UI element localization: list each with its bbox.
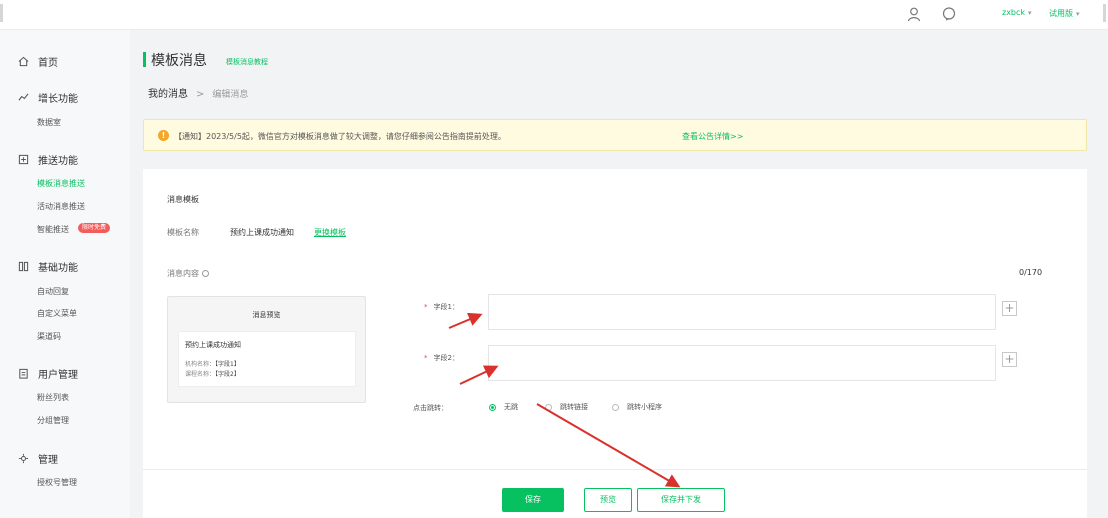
preview-key: 机构名称：	[185, 361, 216, 368]
insert-variable-button-1[interactable]: +	[1002, 301, 1017, 316]
sidebar-item-data-room[interactable]: 数据室	[37, 117, 61, 128]
template-name-value: 预约上课成功通知	[230, 228, 294, 237]
window-edge	[1103, 4, 1106, 22]
window-edge	[0, 4, 3, 22]
breadcrumb: 我的消息 > 编辑消息	[148, 85, 248, 100]
field2-input[interactable]	[488, 345, 996, 381]
trial-switcher[interactable]: 试用版 ▾	[1049, 8, 1080, 19]
save-and-send-button[interactable]: 保存并下发	[637, 488, 725, 512]
radio-label: 跳转小程序	[627, 403, 662, 411]
required-mark: *	[424, 354, 428, 362]
colon: ：	[451, 354, 459, 362]
grid-icon	[18, 261, 29, 272]
notice-text: 【通知】2023/5/5起，微信官方对模板消息做了较大调整，请您仔细参阅公告指南…	[174, 132, 506, 141]
breadcrumb-current: 编辑消息	[212, 90, 249, 100]
account-name: zxbck	[1002, 8, 1026, 17]
preview-title: 消息预览	[252, 311, 281, 319]
preview-key: 课程名称：	[185, 371, 216, 378]
sidebar-item-auth-manage[interactable]: 授权号管理	[37, 477, 77, 488]
message-preview: 消息预览 预约上课成功通知 机构名称：【字段1】 课程名称：【字段2】	[167, 296, 366, 403]
trial-label: 试用版	[1049, 9, 1073, 18]
change-template-link[interactable]: 更换模板	[314, 227, 346, 238]
preview-line-2: 课程名称：【字段2】	[185, 369, 240, 378]
sidebar-group-label: 推送功能	[38, 156, 78, 167]
preview-line-title: 预约上课成功通知	[185, 341, 241, 349]
radio-dot[interactable]	[545, 403, 552, 411]
notice-link[interactable]: 查看公告详情>>	[682, 131, 743, 142]
sidebar-group-label: 管理	[38, 455, 58, 466]
warning-icon: !	[158, 130, 169, 141]
page-title: 模板消息	[151, 53, 207, 69]
colon: ：	[441, 404, 448, 412]
sidebar-item-channel-code[interactable]: 渠道码	[37, 331, 61, 342]
title-accent-bar	[143, 52, 146, 67]
notice-banner: ! 【通知】2023/5/5起，微信官方对模板消息做了较大调整，请您仔细参阅公告…	[143, 119, 1087, 151]
radio-dot[interactable]	[612, 403, 619, 411]
required-mark: *	[424, 303, 428, 311]
click-action-label-text: 点击跳转	[413, 404, 441, 412]
content-label-text: 消息内容	[167, 269, 199, 278]
sidebar-group-users[interactable]: 用户管理	[18, 366, 78, 381]
field1-label: * 字段1：	[424, 302, 459, 312]
gear-icon	[18, 453, 29, 464]
breadcrumb-separator: >	[196, 89, 205, 100]
breadcrumb-parent[interactable]: 我的消息	[148, 89, 188, 100]
tutorial-link[interactable]: 模板消息教程	[226, 57, 268, 67]
field2-label-text: 字段2	[433, 354, 452, 362]
preview-placeholder: 【字段1】	[215, 361, 240, 368]
radio-label: 跳转链接	[560, 403, 588, 411]
sidebar-item-home[interactable]: 首页	[18, 54, 58, 69]
preview-line-1: 机构名称：【字段1】	[185, 359, 240, 368]
home-icon	[18, 56, 29, 67]
sidebar-item-custom-menu[interactable]: 自定义菜单	[37, 308, 77, 319]
template-name-label: 模板名称	[167, 228, 199, 237]
preview-button[interactable]: 预览	[584, 488, 632, 512]
radio-dot-selected[interactable]	[489, 403, 496, 411]
field1-label-text: 字段1	[433, 303, 452, 311]
save-button[interactable]: 保存	[502, 488, 564, 512]
account-switcher[interactable]: zxbck ▾	[1002, 8, 1032, 17]
sidebar-item-auto-reply[interactable]: 自动回复	[37, 286, 69, 297]
chevron-down-icon: ▾	[1076, 10, 1080, 18]
insert-variable-button-2[interactable]: +	[1002, 352, 1017, 367]
sidebar-item-template-push[interactable]: 模板消息推送	[37, 178, 85, 189]
free-badge: 限时免费	[78, 223, 111, 233]
radio-jump-link[interactable]: 跳转链接	[545, 402, 588, 412]
info-icon[interactable]	[202, 270, 209, 277]
push-icon	[18, 154, 29, 165]
user-icon[interactable]	[906, 6, 922, 22]
char-counter: 0/170	[1019, 268, 1043, 277]
sidebar-group-admin[interactable]: 管理	[18, 451, 58, 466]
growth-icon	[18, 92, 29, 103]
click-action-label: 点击跳转：	[413, 403, 448, 413]
sidebar-group-push[interactable]: 推送功能	[18, 152, 78, 167]
sidebar-group-basic[interactable]: 基础功能	[18, 259, 78, 274]
sidebar-group-label: 用户管理	[38, 370, 78, 381]
field2-label: * 字段2：	[424, 353, 459, 363]
top-bar: zxbck ▾ 试用版 ▾	[0, 0, 1108, 30]
radio-jump-miniprogram[interactable]: 跳转小程序	[612, 402, 662, 412]
sidebar-item-fans-list[interactable]: 粉丝列表	[37, 392, 69, 403]
radio-label: 无跳	[504, 403, 518, 411]
sidebar-item-label: 首页	[38, 58, 58, 69]
sidebar-group-label: 基础功能	[38, 263, 78, 274]
colon: ：	[451, 303, 459, 311]
radio-no-jump[interactable]: 无跳	[489, 402, 518, 412]
chevron-down-icon: ▾	[1028, 9, 1032, 17]
clipboard-icon	[18, 368, 29, 379]
preview-body: 预约上课成功通知 机构名称：【字段1】 课程名称：【字段2】	[178, 331, 356, 387]
section-title: 消息模板	[167, 195, 199, 204]
content-label: 消息内容	[167, 268, 209, 279]
sidebar-item-group-manage[interactable]: 分组管理	[37, 415, 69, 426]
sidebar-group-label: 增长功能	[38, 94, 78, 105]
sidebar-item-activity-push[interactable]: 活动消息推送	[37, 201, 85, 212]
field1-input[interactable]	[488, 294, 996, 330]
preview-placeholder: 【字段2】	[215, 371, 240, 378]
chat-icon[interactable]	[941, 6, 957, 22]
sidebar-item-smart-push[interactable]: 智能推送	[37, 224, 69, 235]
sidebar-group-growth[interactable]: 增长功能	[18, 90, 78, 105]
